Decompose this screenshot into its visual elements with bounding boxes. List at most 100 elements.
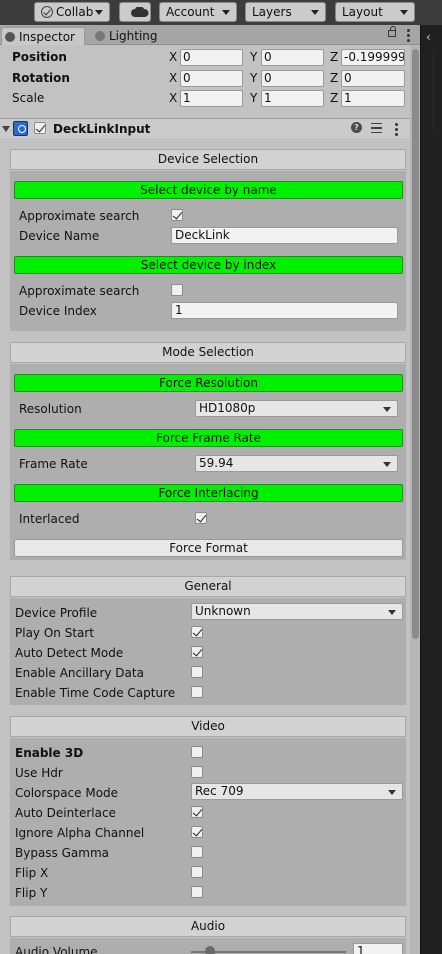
position-x-field[interactable]: 0 [180, 49, 243, 66]
axis-y-label: Y [250, 71, 258, 85]
frame-rate-label: Frame Rate [19, 457, 88, 471]
lock-icon[interactable] [388, 26, 396, 37]
device-profile-label: Device Profile [15, 606, 98, 620]
resolution-label: Resolution [19, 402, 82, 416]
time-code-label: Enable Time Code Capture [15, 686, 176, 700]
layout-dropdown[interactable]: Layout [335, 2, 415, 22]
colorspace-value: Rec 709 [195, 784, 244, 798]
device-name-label: Device Name [19, 229, 100, 243]
layers-dropdown[interactable]: Layers [245, 2, 326, 22]
top-toolbar: Collab Account Layers Layout [0, 0, 442, 25]
tab-lighting[interactable]: Lighting [95, 27, 175, 45]
audio-volume-slider-knob[interactable] [205, 946, 215, 954]
component-header[interactable]: DeckLinkInput ? [0, 118, 410, 138]
rotation-label: Rotation [12, 71, 70, 85]
position-z-field[interactable]: -0.199999 [341, 49, 405, 66]
scale-y-field[interactable]: 1 [261, 90, 324, 107]
rotation-z-field[interactable]: 0 [341, 70, 405, 87]
inspector-content: Position X 0 Y 0 Z -0.199999 Rotation X … [0, 45, 410, 954]
axis-x-label: X [169, 71, 178, 85]
divider [433, 50, 434, 130]
use-hdr-checkbox[interactable] [191, 766, 203, 778]
auto-detect-checkbox[interactable] [191, 646, 203, 658]
collab-button[interactable]: Collab [34, 2, 110, 22]
select-device-by-name-button[interactable]: Select device by name [14, 181, 403, 199]
bypass-gamma-label: Bypass Gamma [15, 846, 110, 860]
inspector-scrollbar[interactable] [410, 45, 420, 954]
resolution-dropdown[interactable]: HD1080p [195, 400, 398, 417]
scale-x-field[interactable]: 1 [180, 90, 243, 107]
tab-lighting-label: Lighting [109, 29, 158, 43]
chevron-down-icon [383, 462, 391, 467]
approx-search-label: Approximate search [19, 209, 140, 223]
interlaced-checkbox[interactable] [195, 512, 207, 524]
enable-3d-checkbox[interactable] [191, 746, 203, 758]
position-row: Position X 0 Y 0 Z -0.199999 [0, 47, 410, 67]
info-icon [5, 32, 15, 42]
script-icon [13, 121, 28, 136]
select-device-by-index-button[interactable]: Select device by index [14, 256, 403, 274]
scrollbar-thumb[interactable] [412, 49, 419, 639]
axis-z-label: Z [330, 91, 339, 105]
bypass-gamma-checkbox[interactable] [191, 846, 203, 858]
flip-y-checkbox[interactable] [191, 886, 203, 898]
rotation-x-field[interactable]: 0 [180, 70, 243, 87]
flip-x-label: Flip X [15, 866, 49, 880]
ancillary-data-label: Enable Ancillary Data [15, 666, 144, 680]
force-resolution-button[interactable]: Force Resolution [14, 374, 403, 392]
account-dropdown[interactable]: Account [159, 2, 237, 22]
auto-detect-label: Auto Detect Mode [15, 646, 124, 660]
ignore-alpha-checkbox[interactable] [191, 826, 203, 838]
flip-y-label: Flip Y [15, 886, 48, 900]
approx-search-checkbox[interactable] [171, 209, 183, 221]
force-interlacing-button[interactable]: Force Interlacing [14, 484, 403, 502]
component-title: DeckLinkInput [53, 122, 151, 136]
force-frame-rate-button[interactable]: Force Frame Rate [14, 429, 403, 447]
layout-label: Layout [342, 5, 383, 19]
play-on-start-checkbox[interactable] [191, 626, 203, 638]
chevron-down-icon [95, 10, 103, 15]
tab-menu-icon[interactable] [407, 29, 410, 44]
auto-deinterlace-checkbox[interactable] [191, 806, 203, 818]
presets-icon[interactable] [371, 123, 382, 133]
device-index-label: Device Index [19, 304, 97, 318]
component-menu-icon[interactable] [395, 123, 398, 138]
colorspace-label: Colorspace Mode [15, 786, 119, 800]
foldout-arrow-icon[interactable] [2, 126, 10, 132]
component-enabled-checkbox[interactable] [34, 122, 46, 134]
position-label: Position [12, 50, 67, 64]
interlaced-label: Interlaced [19, 512, 80, 526]
axis-y-label: Y [250, 50, 258, 64]
force-format-button[interactable]: Force Format [14, 539, 403, 557]
help-icon[interactable]: ? [351, 122, 362, 133]
chevron-down-icon [400, 10, 408, 15]
adjacent-panel-edge: ‹ [420, 25, 442, 954]
device-name-field[interactable]: DeckLink [171, 227, 398, 244]
cloud-button[interactable] [119, 2, 151, 22]
rotation-y-field[interactable]: 0 [261, 70, 324, 87]
ancillary-data-checkbox[interactable] [191, 666, 203, 678]
frame-rate-dropdown[interactable]: 59.94 [195, 455, 398, 472]
chevron-down-icon [222, 10, 230, 15]
position-y-field[interactable]: 0 [261, 49, 324, 66]
axis-x-label: X [169, 91, 178, 105]
device-index-field[interactable]: 1 [171, 302, 398, 319]
device-profile-dropdown[interactable]: Unknown [191, 603, 403, 620]
layers-label: Layers [252, 5, 292, 19]
video-body [10, 738, 406, 906]
colorspace-dropdown[interactable]: Rec 709 [191, 783, 403, 800]
approx-search-checkbox[interactable] [171, 284, 183, 296]
general-header: General [10, 576, 406, 597]
scale-row: Scale X 1 Y 1 Z 1 [0, 88, 410, 108]
use-hdr-label: Use Hdr [15, 766, 63, 780]
scale-z-field[interactable]: 1 [341, 90, 405, 107]
tab-inspector[interactable]: Inspector [1, 27, 85, 45]
lightbulb-icon [95, 31, 105, 41]
auto-deinterlace-label: Auto Deinterlace [15, 806, 116, 820]
tab-inspector-label: Inspector [19, 30, 75, 44]
audio-volume-field[interactable]: 1 [353, 943, 403, 954]
collapse-arrow-icon[interactable]: ‹ [426, 30, 431, 44]
flip-x-checkbox[interactable] [191, 866, 203, 878]
time-code-checkbox[interactable] [191, 686, 203, 698]
chevron-down-icon [311, 10, 319, 15]
